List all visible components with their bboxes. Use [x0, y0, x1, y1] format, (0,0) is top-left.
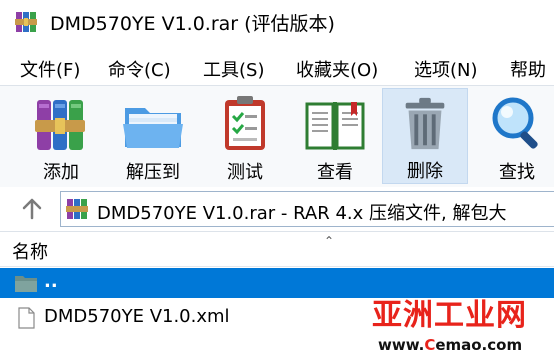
test-button[interactable]: 测试 — [202, 88, 288, 184]
window-title: DMD570YE V1.0.rar (评估版本) — [50, 13, 335, 35]
magnifier-icon — [492, 97, 538, 149]
archive-icon — [66, 199, 88, 219]
folder-icon — [15, 276, 37, 292]
menu-tools[interactable]: 工具(S) — [203, 56, 264, 82]
up-arrow-icon[interactable] — [20, 198, 44, 220]
view-button[interactable]: 查看 — [292, 88, 378, 184]
watermark-url: www.Cemao.com — [378, 336, 523, 354]
column-header: 名称 ⌃ — [0, 232, 554, 267]
extract-to-label: 解压到 — [126, 162, 180, 183]
extract-folder-icon — [123, 108, 183, 148]
watermark-logo: 亚洲工业网 www.Cemao.com — [372, 290, 554, 362]
sort-ascending-icon: ⌃ — [324, 234, 335, 248]
menu-options[interactable]: 选项(N) — [414, 56, 478, 82]
list-item-name: .. — [44, 271, 58, 292]
watermark-title: 亚洲工业网 — [372, 298, 527, 333]
menu-file[interactable]: 文件(F) — [20, 56, 80, 82]
menu-bar: 文件(F) 命令(C) 工具(S) 收藏夹(O) 选项(N) 帮助 — [0, 50, 554, 84]
file-icon — [18, 307, 35, 329]
column-name-header[interactable]: 名称 — [12, 238, 48, 264]
path-field[interactable]: DMD570YE V1.0.rar - RAR 4.x 压缩文件, 解包大 — [60, 191, 554, 227]
list-item-name: DMD570YE V1.0.xml — [44, 306, 230, 327]
add-label: 添加 — [43, 162, 79, 183]
extract-to-button[interactable]: 解压到 — [110, 88, 196, 184]
menu-commands[interactable]: 命令(C) — [108, 56, 171, 82]
add-button[interactable]: 添加 — [18, 88, 104, 184]
test-clipboard-icon — [225, 96, 265, 150]
test-label: 测试 — [227, 162, 263, 183]
toolbar: 添加 解压到 测试 查看 删除 查找 — [0, 85, 554, 188]
trash-icon — [405, 97, 445, 150]
view-book-icon — [305, 102, 365, 150]
menu-favorites[interactable]: 收藏夹(O) — [296, 56, 378, 82]
address-bar: DMD570YE V1.0.rar - RAR 4.x 压缩文件, 解包大 — [0, 187, 554, 232]
delete-label: 删除 — [407, 161, 443, 182]
delete-button[interactable]: 删除 — [382, 88, 468, 184]
menu-help[interactable]: 帮助 — [510, 56, 546, 82]
view-label: 查看 — [317, 162, 353, 183]
add-archive-icon — [35, 100, 85, 150]
winrar-app-icon[interactable] — [14, 10, 40, 34]
title-bar: DMD570YE V1.0.rar (评估版本) — [0, 0, 554, 44]
path-text: DMD570YE V1.0.rar - RAR 4.x 压缩文件, 解包大 — [97, 203, 507, 224]
find-label: 查找 — [499, 162, 535, 183]
find-button[interactable]: 查找 — [474, 88, 554, 184]
